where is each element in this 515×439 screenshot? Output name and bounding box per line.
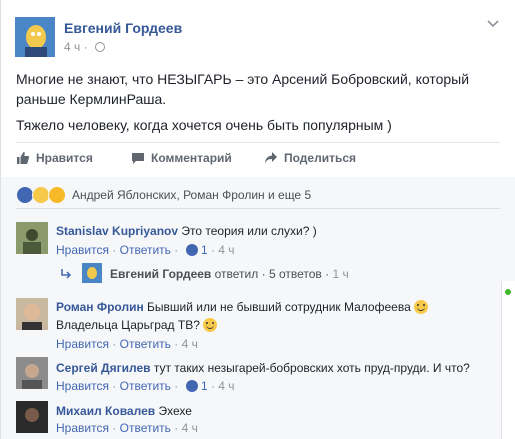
thumbs-up-icon xyxy=(17,152,30,164)
comment-reply-link[interactable]: Ответить xyxy=(120,337,171,351)
separator: · xyxy=(207,379,219,393)
reply-arrow-icon xyxy=(61,266,73,284)
comment-text: Эхехе xyxy=(155,404,192,418)
like-button-label: Нравится xyxy=(36,151,93,165)
separator: · xyxy=(108,243,120,257)
comment-time[interactable]: 4 ч xyxy=(182,337,198,351)
reply-thread-answered: ответил xyxy=(211,267,259,281)
comment-like-link[interactable]: Нравится xyxy=(56,421,109,435)
comment-like-link[interactable]: Нравится xyxy=(56,379,109,393)
share-button[interactable]: Поделиться xyxy=(264,151,356,165)
online-status-icon xyxy=(505,289,511,295)
comment-icon xyxy=(132,153,144,164)
separator: · xyxy=(207,243,219,257)
comment-body: Михаил Ковалев Эхехе xyxy=(56,403,192,419)
post-card: Евгений Гордеев 4 ч · Многие не знают, ч… xyxy=(0,0,515,439)
author-avatar[interactable] xyxy=(15,17,55,57)
comment-body: Владельца Царьград ТВ? xyxy=(56,317,218,333)
comment-like-count[interactable]: 1 xyxy=(201,243,208,257)
smile-emoji-icon xyxy=(203,318,218,332)
comment-like-link[interactable]: Нравится xyxy=(56,337,109,351)
comment-time[interactable]: 4 ч xyxy=(218,243,234,257)
divider xyxy=(16,142,500,143)
comment-body: Stanislav Kupriyanov Это теория или слух… xyxy=(56,223,317,239)
comment-author[interactable]: Роман Фролин xyxy=(56,300,144,314)
comment-text: Бывший или не бывший сотрудник Малофеева xyxy=(143,300,411,314)
comment-time[interactable]: 4 ч xyxy=(218,379,234,393)
haha-reaction-icon xyxy=(48,186,66,204)
smile-emoji-icon xyxy=(414,300,429,314)
share-icon xyxy=(265,152,277,164)
post-text-line: Многие не знают, что НЕЗЫГАРЬ – это Арсе… xyxy=(16,71,470,87)
reply-thread-author: Евгений Гордеев xyxy=(110,267,212,281)
comment-reply-link[interactable]: Ответить xyxy=(120,421,171,435)
comment-like-link[interactable]: Нравится xyxy=(56,243,109,257)
reactions-summary[interactable]: Андрей Яблонских, Роман Фролин и еще 5 xyxy=(16,186,311,204)
chat-sidebar-edge[interactable] xyxy=(501,281,515,439)
separator: · xyxy=(170,421,182,435)
commenter-avatar[interactable] xyxy=(16,357,48,389)
comment-body: Роман Фролин Бывший или не бывший сотруд… xyxy=(56,299,429,315)
comment-text: Владельца Царьград ТВ? xyxy=(56,318,200,332)
comment-text: тут таких незыгарей-бобровских хоть пруд… xyxy=(150,361,470,375)
commenter-avatar[interactable] xyxy=(16,401,48,433)
separator: · xyxy=(170,337,182,351)
comment-button[interactable]: Комментарий xyxy=(131,151,232,165)
comment-author[interactable]: Михаил Ковалев xyxy=(56,404,155,418)
separator: · xyxy=(108,421,120,435)
comment-actions: Нравится · Ответить · 1 · 4 ч xyxy=(56,243,235,257)
separator: · xyxy=(170,379,182,393)
comment-actions: Нравится · Ответить · 4 ч xyxy=(56,421,198,435)
comment-text: Это теория или слухи? ) xyxy=(178,224,317,238)
share-button-label: Поделиться xyxy=(284,151,357,165)
separator: · xyxy=(108,379,120,393)
meta-separator: · xyxy=(80,40,91,54)
like-count-icon xyxy=(185,380,198,392)
divider xyxy=(16,208,500,209)
comment-author[interactable]: Сергей Дягилев xyxy=(56,361,151,375)
comment-actions: Нравится · Ответить · 1 · 4 ч xyxy=(56,379,235,393)
post-time[interactable]: 4 ч xyxy=(64,40,80,54)
post-text-line: раньше КермлинРаша. xyxy=(16,91,167,107)
separator: · xyxy=(321,267,333,281)
reactions-names: Андрей Яблонских, Роман Фролин и еще 5 xyxy=(72,188,312,202)
reply-author-avatar[interactable] xyxy=(82,263,102,283)
chevron-down-icon[interactable] xyxy=(487,17,499,31)
comment-button-label: Комментарий xyxy=(151,151,232,165)
reply-thread-link[interactable]: Евгений Гордеев ответил · 5 ответов · 1 … xyxy=(110,266,349,282)
separator: · xyxy=(258,267,269,281)
like-button[interactable]: Нравится xyxy=(16,151,93,165)
comment-reply-link[interactable]: Ответить xyxy=(120,379,171,393)
post-author-name[interactable]: Евгений Гордеев xyxy=(64,20,182,36)
comment-author[interactable]: Stanislav Kupriyanov xyxy=(56,224,178,238)
comment-time[interactable]: 4 ч xyxy=(182,421,198,435)
post-text-line: Тяжело человеку, когда хочется очень быт… xyxy=(16,117,392,133)
commenter-avatar[interactable] xyxy=(16,222,48,254)
reply-thread-count: 5 ответов xyxy=(268,267,322,281)
comment-actions: Нравится · Ответить · 4 ч xyxy=(56,337,198,351)
post-meta: 4 ч · xyxy=(64,40,105,54)
commenter-avatar[interactable] xyxy=(16,298,48,330)
comment-reply-link[interactable]: Ответить xyxy=(120,243,171,257)
comment-like-count[interactable]: 1 xyxy=(201,379,208,393)
author-avatar-image xyxy=(15,17,55,57)
globe-icon xyxy=(94,42,105,52)
reply-thread-time: 1 ч xyxy=(332,267,349,281)
comment-body: Сергей Дягилев тут таких незыгарей-бобро… xyxy=(56,360,470,376)
like-count-icon xyxy=(185,244,198,256)
separator: · xyxy=(170,243,182,257)
separator: · xyxy=(108,337,120,351)
